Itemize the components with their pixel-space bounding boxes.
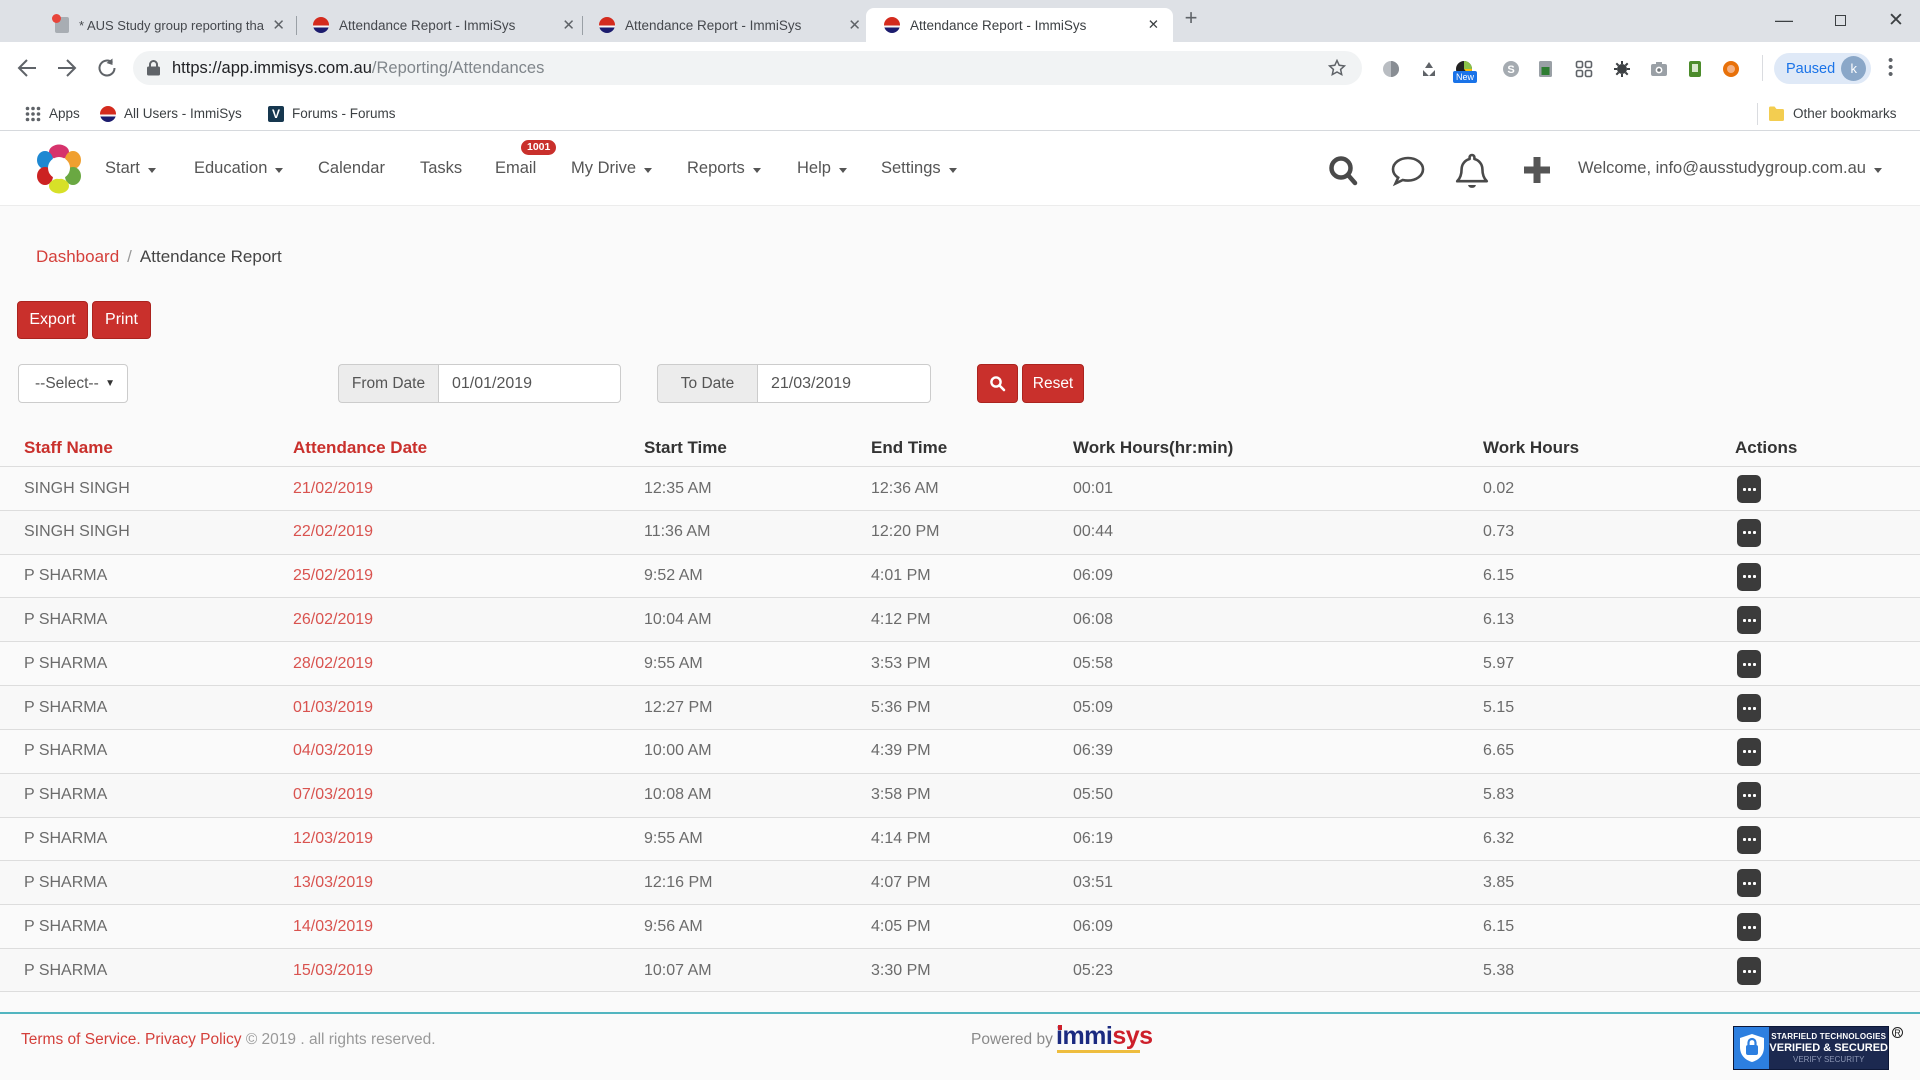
svg-text:S: S: [1507, 64, 1514, 76]
